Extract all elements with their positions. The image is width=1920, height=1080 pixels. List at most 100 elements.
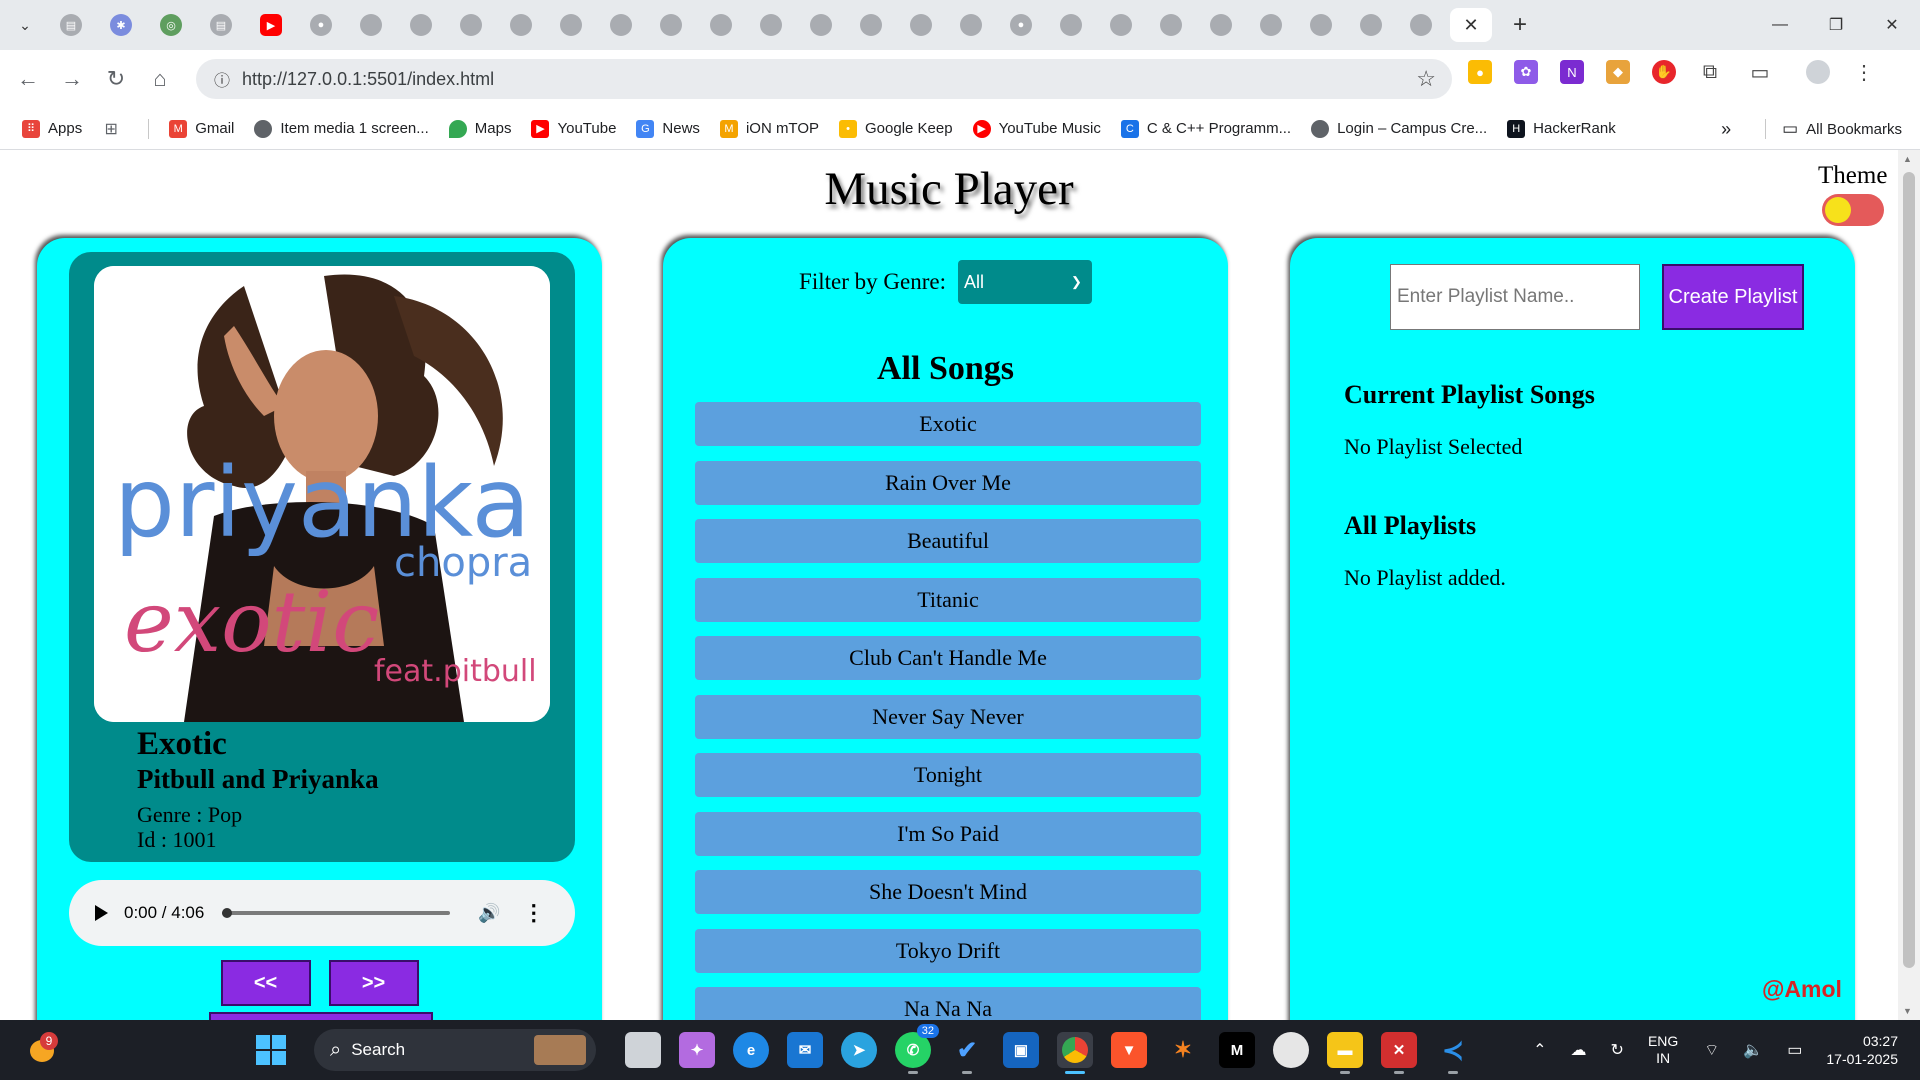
menu-kebab-icon[interactable]: ⋮: [1852, 60, 1876, 84]
puzzle-icon[interactable]: ⧉: [1698, 60, 1722, 84]
bookmark-grid[interactable]: ⊞: [102, 120, 128, 138]
volume-icon[interactable]: 🔊: [478, 903, 500, 924]
taskbar-search[interactable]: ⌕ Search: [314, 1029, 596, 1071]
bookmark-item-media[interactable]: Item media 1 screen...: [254, 119, 429, 138]
notepad-icon[interactable]: ▣: [1003, 1032, 1039, 1068]
onedrive-icon[interactable]: ☁: [1571, 1040, 1587, 1060]
whatsapp-icon[interactable]: ✆ 32: [895, 1024, 939, 1074]
copilot-icon[interactable]: ✦: [679, 1032, 715, 1068]
forward-icon[interactable]: →: [50, 57, 94, 101]
play-icon[interactable]: [95, 905, 108, 921]
song-item[interactable]: Tokyo Drift: [695, 928, 1201, 973]
tab-18[interactable]: [900, 8, 942, 42]
song-item[interactable]: She Doesn't Mind: [695, 870, 1201, 914]
tab-20[interactable]: ●: [1000, 8, 1042, 42]
more-options-icon[interactable]: ⋮: [523, 900, 545, 926]
chevron-right-icon[interactable]: »: [1721, 119, 1731, 140]
address-bar[interactable]: ⓘ http://127.0.0.1:5501/index.html ☆: [196, 59, 1452, 99]
song-item[interactable]: Never Say Never: [695, 694, 1201, 739]
chevron-up-icon[interactable]: ⌃: [1533, 1040, 1546, 1060]
tab-4[interactable]: ▤: [200, 8, 242, 42]
todo-icon[interactable]: ✔: [949, 1032, 985, 1074]
song-item[interactable]: Rain Over Me: [695, 460, 1201, 505]
site-info-icon[interactable]: ⓘ: [202, 67, 242, 91]
bookmark-cpp[interactable]: C C & C++ Programm...: [1120, 119, 1291, 138]
mail-icon[interactable]: ✉: [787, 1032, 823, 1068]
color-picker-icon[interactable]: [1273, 1032, 1309, 1068]
tab-8[interactable]: [400, 8, 442, 42]
tab-9[interactable]: [450, 8, 492, 42]
add-to-playlist-button[interactable]: [209, 1012, 433, 1020]
tab-7[interactable]: [350, 8, 392, 42]
sync-icon[interactable]: ↻: [1611, 1040, 1624, 1060]
tab-26[interactable]: [1300, 8, 1342, 42]
bookmark-campus[interactable]: Login – Campus Cre...: [1311, 119, 1487, 138]
telegram-icon[interactable]: ➤: [841, 1032, 877, 1068]
audio-progress-bar[interactable]: [222, 908, 451, 918]
tab-13[interactable]: [650, 8, 692, 42]
scroll-up-icon[interactable]: ▲: [1903, 154, 1912, 164]
tab-1[interactable]: ▤: [50, 8, 92, 42]
song-item[interactable]: Club Can't Handle Me: [695, 636, 1201, 680]
bookmark-news[interactable]: G News: [636, 119, 700, 138]
weather-widget[interactable]: 9: [26, 1032, 60, 1066]
wifi-icon[interactable]: ⌔: [1704, 1040, 1719, 1060]
bookmark-hackerrank[interactable]: H HackerRank: [1507, 119, 1616, 138]
page-scrollbar[interactable]: ▲ ▼: [1898, 150, 1920, 1020]
song-item[interactable]: Tonight: [695, 753, 1201, 797]
start-icon[interactable]: [256, 1035, 286, 1065]
keep-extension-icon[interactable]: ●: [1468, 60, 1492, 84]
profile-avatar-icon[interactable]: [1806, 60, 1830, 84]
close-tab-icon[interactable]: ✕: [1460, 14, 1482, 36]
tab-14[interactable]: [700, 8, 742, 42]
task-view-icon[interactable]: [625, 1032, 661, 1068]
edge-icon[interactable]: e: [733, 1032, 769, 1068]
tab-10[interactable]: [500, 8, 542, 42]
song-item[interactable]: I'm So Paid: [695, 811, 1201, 856]
playlist-name-input[interactable]: Enter Playlist Name..: [1390, 264, 1640, 330]
adblock-extension-icon[interactable]: ✋: [1652, 60, 1676, 84]
file-explorer-icon[interactable]: ▬: [1327, 1032, 1363, 1074]
tab-17[interactable]: [850, 8, 892, 42]
bookmark-gmail[interactable]: M Gmail: [169, 119, 234, 138]
theme-toggle[interactable]: [1821, 194, 1884, 226]
language-indicator[interactable]: ENG IN: [1648, 1033, 1678, 1067]
minimize-icon[interactable]: —: [1752, 0, 1808, 50]
active-tab[interactable]: ✕: [1450, 8, 1492, 42]
tab-24[interactable]: [1200, 8, 1242, 42]
tab-19[interactable]: [950, 8, 992, 42]
previous-button[interactable]: <<: [220, 960, 311, 1006]
tab-15[interactable]: [750, 8, 792, 42]
create-playlist-button[interactable]: Create Playlist: [1662, 264, 1804, 330]
onenote-extension-icon[interactable]: N: [1560, 60, 1584, 84]
chrome-icon[interactable]: [1057, 1032, 1093, 1074]
next-button[interactable]: >>: [328, 960, 419, 1006]
song-item[interactable]: Na Na Na: [695, 987, 1201, 1020]
gear-extension-icon[interactable]: ✿: [1514, 60, 1538, 84]
bookmark-youtube[interactable]: ▶ YouTube: [531, 119, 616, 138]
tab-3[interactable]: ◎: [150, 8, 192, 42]
tab-12[interactable]: [600, 8, 642, 42]
genre-select[interactable]: All ❯: [957, 260, 1092, 304]
new-tab-button[interactable]: +: [1504, 9, 1536, 41]
app-icon[interactable]: ✶: [1165, 1032, 1201, 1068]
scroll-down-icon[interactable]: ▼: [1903, 1006, 1912, 1016]
back-icon[interactable]: ←: [6, 57, 50, 101]
close-window-icon[interactable]: ✕: [1864, 0, 1920, 50]
clock[interactable]: 03:27 17-01-2025: [1826, 1032, 1898, 1068]
bookmark-youtube-music[interactable]: ▶ YouTube Music: [972, 119, 1101, 138]
bookmark-star-icon[interactable]: ☆: [1416, 66, 1436, 92]
home-icon[interactable]: ⌂: [138, 57, 182, 101]
tab-11[interactable]: [550, 8, 592, 42]
pdf-icon[interactable]: ✕: [1381, 1032, 1417, 1074]
speaker-icon[interactable]: 🔈: [1743, 1040, 1763, 1060]
url-text[interactable]: http://127.0.0.1:5501/index.html: [242, 69, 494, 90]
reload-icon[interactable]: ↻: [94, 57, 138, 101]
song-item[interactable]: Beautiful: [695, 519, 1201, 563]
tab-23[interactable]: [1150, 8, 1192, 42]
vscode-icon[interactable]: ≺: [1435, 1032, 1471, 1074]
tab-2[interactable]: ✱: [100, 8, 142, 42]
tab-28[interactable]: [1400, 8, 1442, 42]
extension-icon[interactable]: ◆: [1606, 60, 1630, 84]
song-item[interactable]: Titanic: [695, 577, 1201, 622]
